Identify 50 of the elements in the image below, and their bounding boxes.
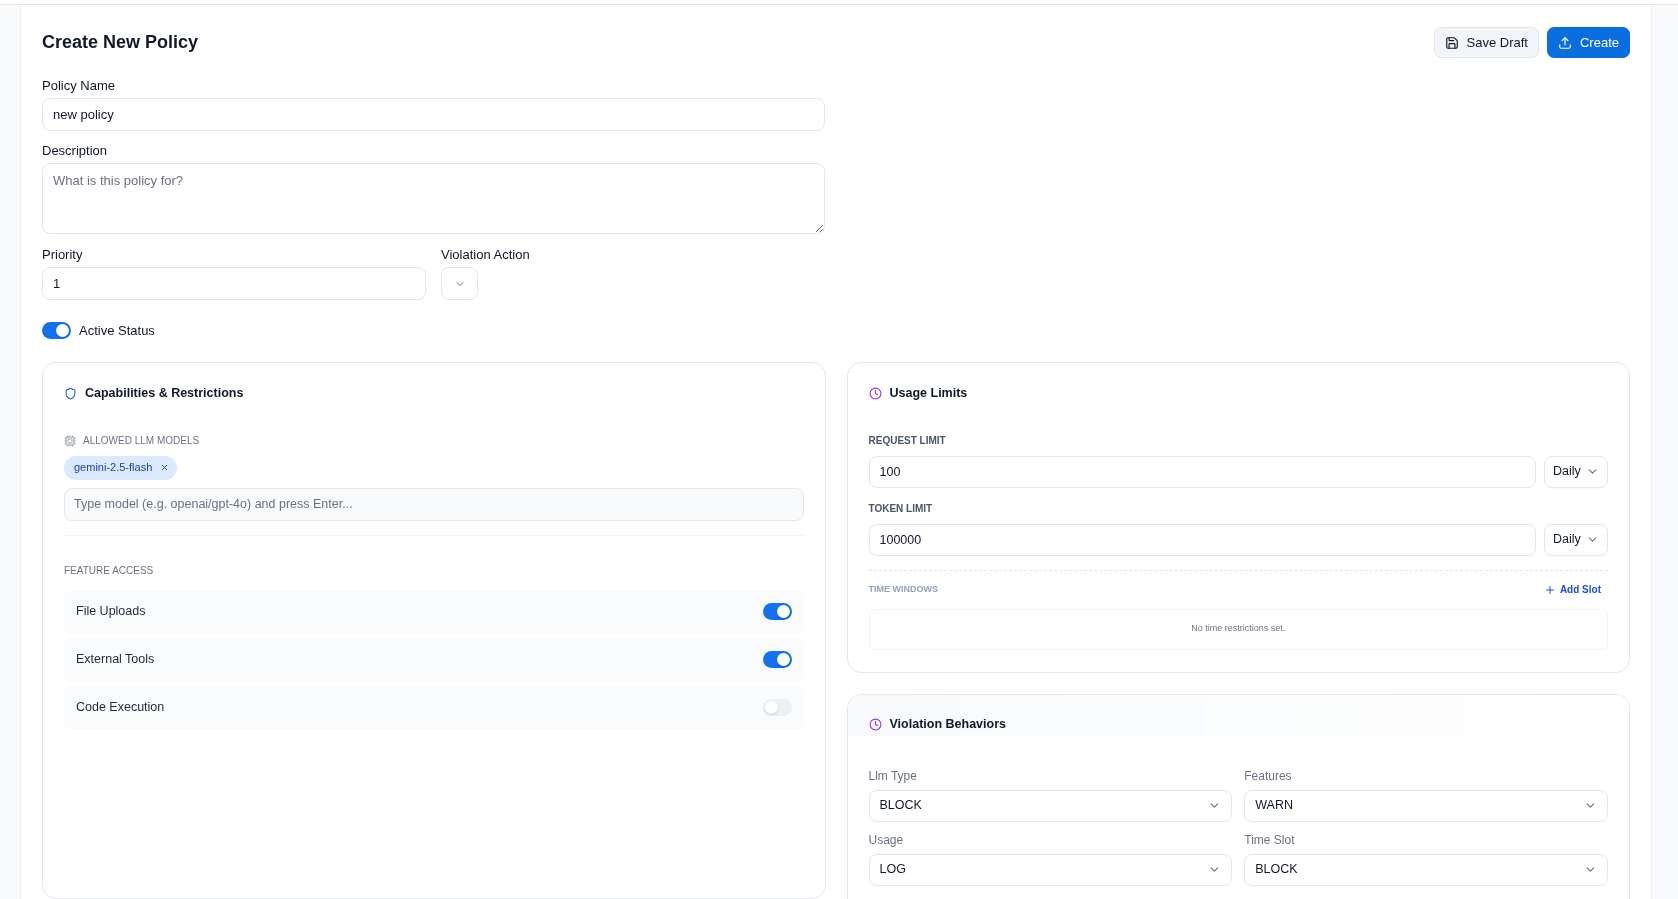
section-label: ALLOWED LLM MODELS xyxy=(83,434,200,448)
toggle-switch[interactable] xyxy=(762,603,792,620)
section-label: TIME WINDOWS xyxy=(868,582,938,596)
card-title: Capabilities & Restrictions xyxy=(85,385,244,403)
description-field[interactable]: What is this policy for? xyxy=(42,163,825,234)
shield-icon xyxy=(64,387,77,400)
clock-icon xyxy=(868,718,882,731)
card-title: Violation Behaviors xyxy=(889,716,1006,734)
action-select[interactable]: BLOCK xyxy=(868,789,1233,822)
toggle-label: Active Status xyxy=(79,322,155,340)
action-select[interactable]: WARN xyxy=(1244,789,1608,822)
plus-icon xyxy=(1543,583,1556,596)
priority-field[interactable]: 1 xyxy=(42,267,426,300)
save-draft-button[interactable]: Save Draft xyxy=(1433,27,1539,58)
create-button[interactable]: Create xyxy=(1546,27,1630,58)
policy-name-field[interactable]: new policy xyxy=(42,98,825,131)
action-select[interactable]: LOG xyxy=(868,853,1233,886)
feature-label: File Uploads xyxy=(76,603,146,621)
remove-icon[interactable] xyxy=(160,463,170,472)
add-slot-link[interactable]: Add Slot xyxy=(1543,582,1601,597)
empty-state-text: No time restrictions set. xyxy=(1191,622,1286,636)
field-label: Violation Action xyxy=(441,246,530,264)
field-label: Usage xyxy=(868,831,904,848)
limit-field[interactable]: 100000 xyxy=(868,523,1536,556)
field-label: Policy Name xyxy=(42,77,115,95)
field-label: Priority xyxy=(42,246,83,264)
limit-label: TOKEN LIMIT xyxy=(868,501,933,516)
period-select[interactable]: Daily xyxy=(1544,455,1608,488)
card-title: Usage Limits xyxy=(889,385,968,403)
feature-label: Code Execution xyxy=(76,699,165,717)
chip-icon xyxy=(64,434,76,447)
period-select[interactable]: Daily xyxy=(1544,523,1608,556)
save-icon xyxy=(1444,35,1459,50)
feature-label: External Tools xyxy=(76,651,155,669)
toggle-switch[interactable] xyxy=(762,699,792,716)
limit-label: REQUEST LIMIT xyxy=(868,433,946,448)
field-label: Llm Type xyxy=(868,767,917,784)
section-label: FEATURE ACCESS xyxy=(64,563,154,578)
field-label: Time Slot xyxy=(1244,831,1295,848)
field-label: Description xyxy=(42,142,108,160)
model-input-field[interactable]: Type model (e.g. openai/gpt-4o) and press Enter... xyxy=(64,487,804,521)
clock-icon xyxy=(868,387,882,400)
limit-field[interactable]: 100 xyxy=(868,455,1536,488)
upload-icon xyxy=(1557,35,1572,50)
toggle-switch[interactable] xyxy=(42,322,71,340)
model-tag-label: gemini-2.5-flash xyxy=(74,460,153,476)
toggle-switch[interactable] xyxy=(762,651,792,668)
action-select[interactable]: BLOCK xyxy=(1244,853,1608,886)
field-label: Features xyxy=(1244,767,1292,784)
page-title: Create New Policy xyxy=(42,31,199,54)
